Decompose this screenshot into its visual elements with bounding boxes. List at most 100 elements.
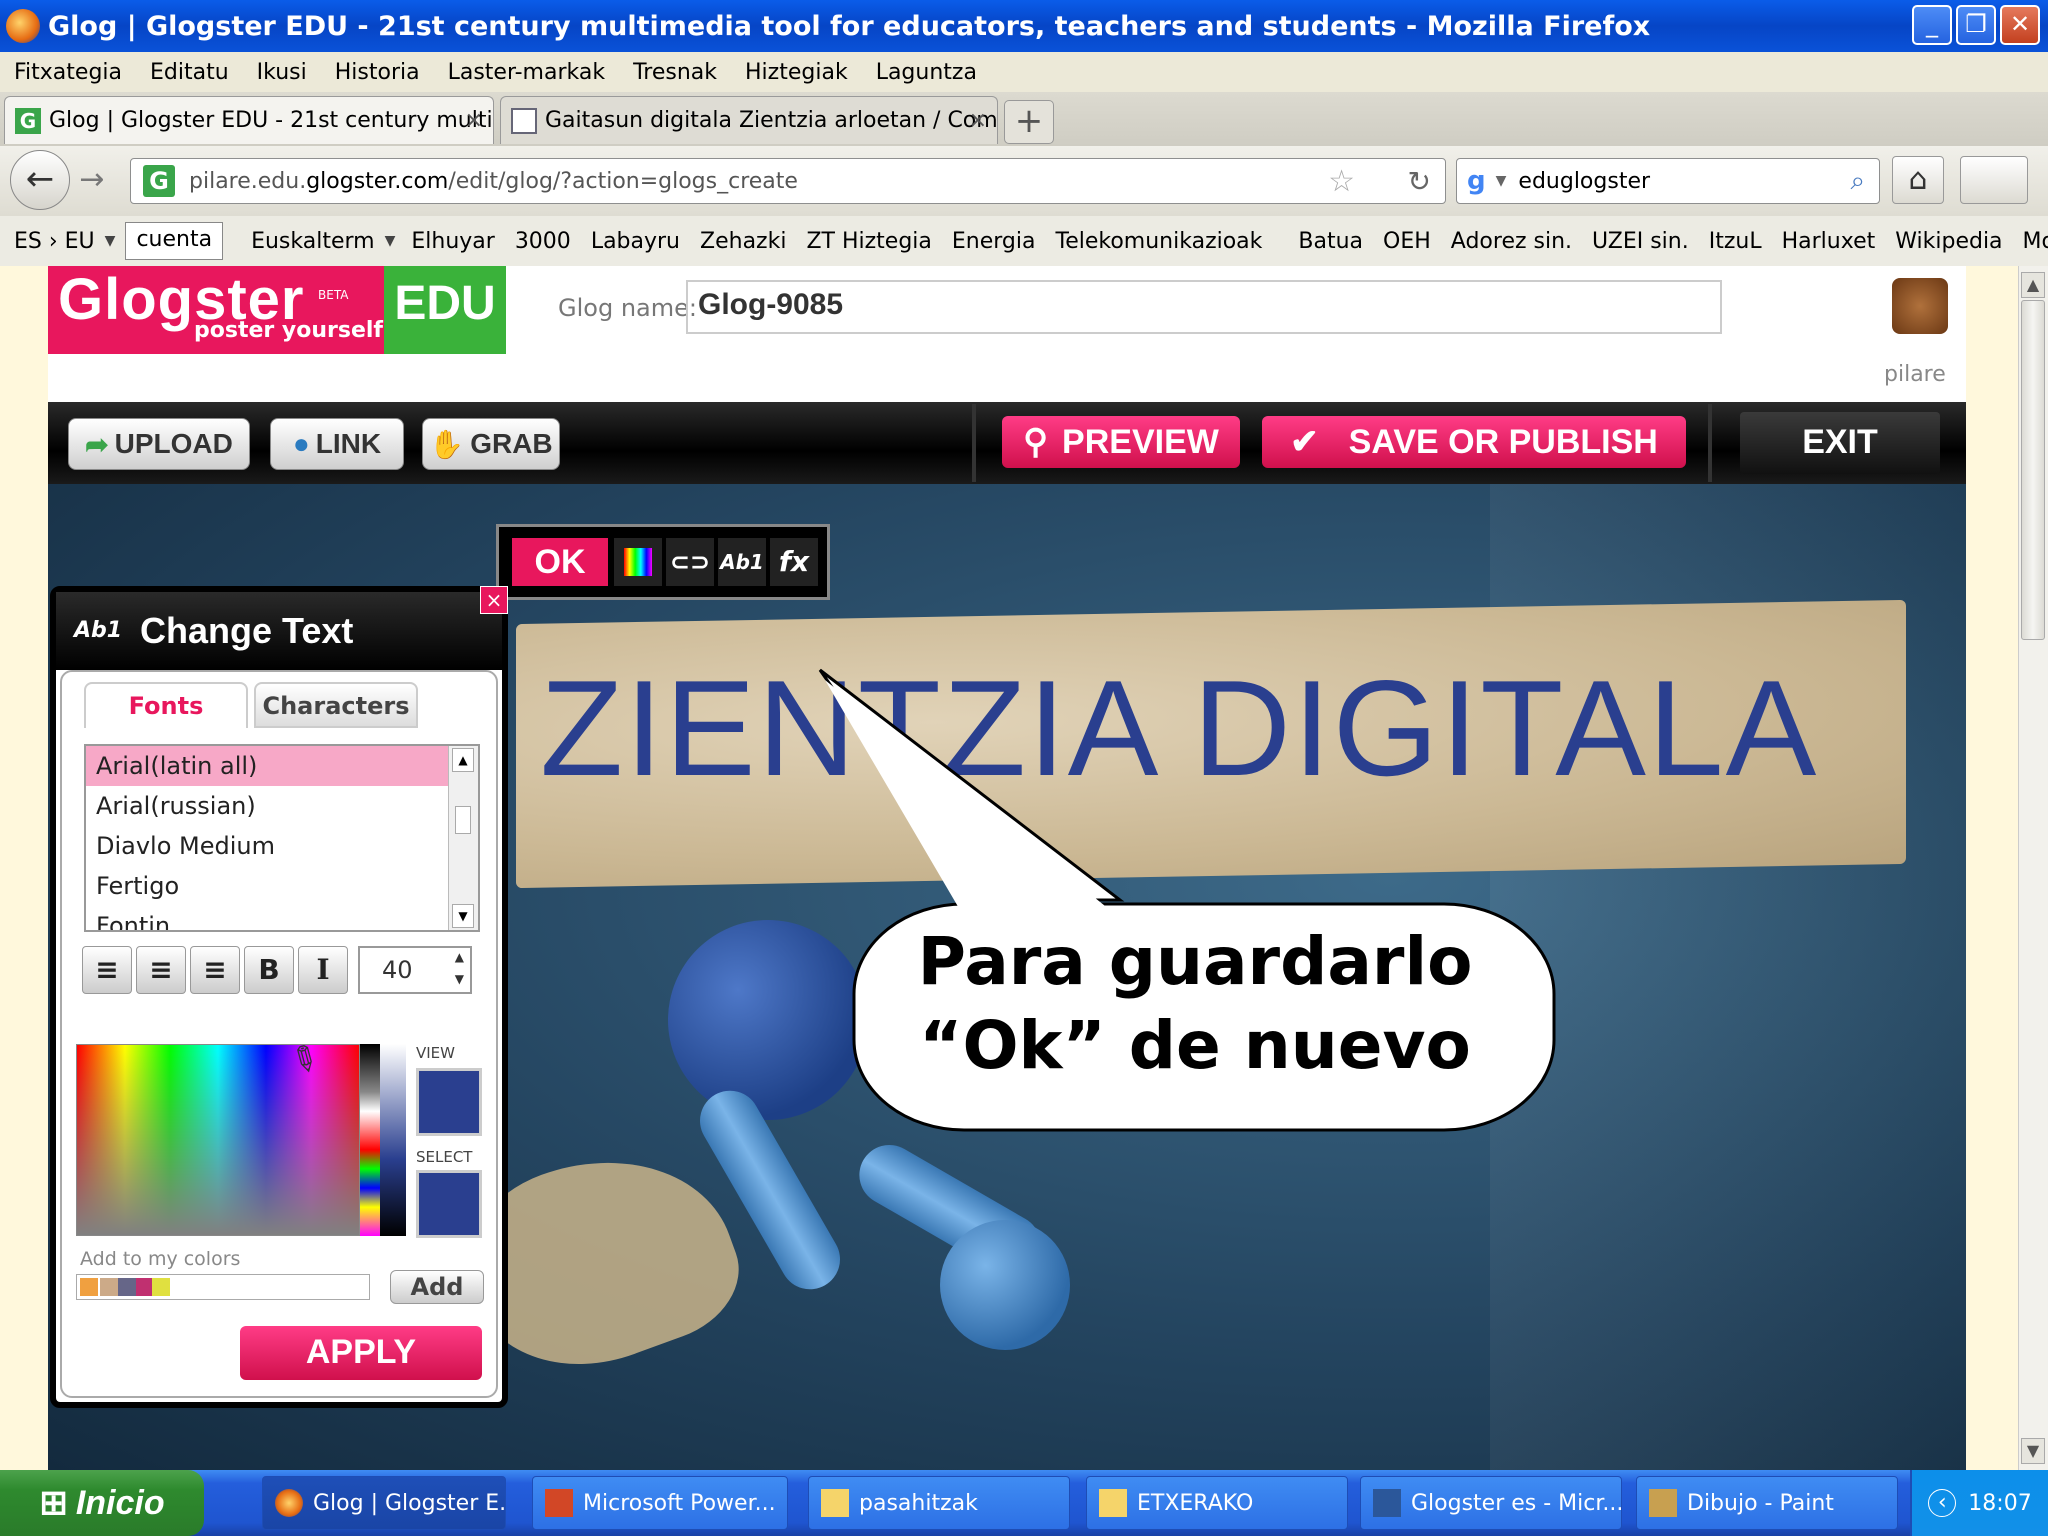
avatar[interactable]: [1892, 278, 1948, 334]
bookmark-wikipedia[interactable]: Wikipedia: [1895, 229, 2002, 254]
bookmark-mol[interactable]: Mol: [2023, 229, 2048, 254]
close-icon[interactable]: ×: [480, 586, 508, 614]
my-color-swatch[interactable]: [118, 1278, 136, 1296]
bookmark-elhuyar[interactable]: Elhuyar: [411, 229, 494, 254]
forward-button[interactable]: →: [72, 162, 112, 198]
bookmark-itzul[interactable]: ItzuL: [1709, 229, 1762, 254]
menu-fitxategia[interactable]: Fitxategia: [14, 60, 122, 85]
menu-laster-markak[interactable]: Laster-markak: [448, 60, 605, 85]
scroll-down-icon[interactable]: ▼: [2021, 1438, 2045, 1464]
bookmark-star-icon[interactable]: ☆: [1328, 164, 1355, 199]
google-icon[interactable]: g: [1467, 166, 1486, 196]
start-button[interactable]: ⊞ Inicio: [0, 1470, 204, 1536]
back-button[interactable]: ←: [10, 150, 70, 210]
bookmark-adorez[interactable]: Adorez sin.: [1451, 229, 1572, 254]
tab-gaitasun[interactable]: Gaitasun digitala Zientzia arloetan / Co…: [500, 96, 998, 144]
bookmark-euskalterm[interactable]: Euskalterm: [251, 229, 375, 254]
scroll-up-icon[interactable]: ▲: [452, 748, 474, 772]
chevron-down-icon[interactable]: ▼: [1496, 173, 1507, 189]
brightness-slider[interactable]: [380, 1044, 406, 1236]
search-bar[interactable]: g ▼ eduglogster ⌕: [1456, 158, 1880, 204]
site-identity-icon[interactable]: G: [143, 165, 175, 197]
align-right-icon[interactable]: ≡: [190, 946, 240, 994]
bookmark-oeh[interactable]: OEH: [1383, 229, 1431, 254]
bookmark-telekomunikazioak[interactable]: Telekomunikazioak: [1056, 229, 1263, 254]
chevron-down-icon[interactable]: ▼: [385, 233, 396, 249]
menu-editatu[interactable]: Editatu: [150, 60, 229, 85]
color-grid-icon[interactable]: [614, 538, 662, 586]
bookmark-batua[interactable]: Batua: [1298, 229, 1363, 254]
scroll-up-icon[interactable]: ▲: [2021, 272, 2045, 298]
scroll-thumb[interactable]: [2021, 300, 2045, 640]
effects-icon[interactable]: fx: [770, 538, 818, 586]
bookmark-uzei[interactable]: UZEI sin.: [1592, 229, 1689, 254]
close-icon[interactable]: ✕: [2000, 5, 2040, 45]
bookmark-zehazki[interactable]: Zehazki: [700, 229, 786, 254]
scroll-thumb[interactable]: [455, 806, 471, 834]
color-spectrum[interactable]: [76, 1044, 360, 1236]
font-size-stepper[interactable]: 40 ▲ ▼: [358, 946, 472, 994]
task-word[interactable]: Glogster es - Micr...: [1360, 1476, 1622, 1530]
tray-expand-icon[interactable]: ‹: [1928, 1489, 1957, 1517]
stepper-down-icon[interactable]: ▼: [455, 968, 464, 990]
font-item[interactable]: Arial(latin all): [86, 746, 478, 786]
task-pasahitzak[interactable]: pasahitzak: [808, 1476, 1070, 1530]
url-bar[interactable]: G pilare.edu. glogster.com/edit/glog/?act…: [130, 158, 1446, 204]
pdf-icon[interactable]: [1960, 156, 2028, 204]
align-left-icon[interactable]: ≡: [82, 946, 132, 994]
task-paint[interactable]: Dibujo - Paint: [1636, 1476, 1898, 1530]
save-publish-button[interactable]: ✔ SAVE OR PUBLISH: [1262, 416, 1686, 468]
link-icon[interactable]: ⊂⊃: [666, 538, 714, 586]
restore-icon[interactable]: ❐: [1956, 5, 1996, 45]
preview-button[interactable]: ⚲ PREVIEW: [1002, 416, 1240, 468]
glog-name-input[interactable]: Glog-9085: [686, 280, 1722, 334]
new-tab-button[interactable]: +: [1004, 100, 1054, 144]
stepper-up-icon[interactable]: ▲: [455, 946, 464, 968]
my-color-swatch[interactable]: [152, 1278, 170, 1296]
translator-input[interactable]: cuenta: [125, 222, 224, 260]
tab-close-icon[interactable]: ×: [969, 108, 987, 133]
translator-lang[interactable]: ES › EU: [14, 229, 95, 254]
scroll-down-icon[interactable]: ▼: [452, 904, 474, 928]
my-color-swatch[interactable]: [100, 1278, 118, 1296]
minimize-icon[interactable]: _: [1912, 5, 1952, 45]
font-item[interactable]: Fontin: [86, 906, 478, 930]
bold-button[interactable]: B: [244, 946, 294, 994]
tab-fonts[interactable]: Fonts: [84, 682, 248, 728]
menu-historia[interactable]: Historia: [335, 60, 420, 85]
search-icon[interactable]: ⌕: [1850, 166, 1865, 197]
font-list-scrollbar[interactable]: ▲ ▼: [448, 746, 478, 930]
home-button[interactable]: ⌂: [1892, 156, 1944, 204]
my-color-swatch[interactable]: [80, 1278, 98, 1296]
selected-color-swatch[interactable]: [416, 1170, 482, 1238]
apply-button[interactable]: APPLY: [240, 1326, 482, 1380]
font-item[interactable]: Fertigo: [86, 866, 478, 906]
align-center-icon[interactable]: ≡: [136, 946, 186, 994]
italic-button[interactable]: I: [298, 946, 348, 994]
task-etxerako[interactable]: ETXERAKO: [1086, 1476, 1348, 1530]
exit-button[interactable]: EXIT: [1740, 412, 1940, 474]
username[interactable]: pilare: [1884, 362, 1946, 387]
font-item[interactable]: Diavlo Medium: [86, 826, 478, 866]
bookmark-labayru[interactable]: Labayru: [591, 229, 680, 254]
color-palette-strip[interactable]: [360, 1044, 380, 1236]
tab-characters[interactable]: Characters: [254, 682, 418, 728]
ok-button[interactable]: OK: [512, 538, 608, 586]
reload-icon[interactable]: ↻: [1408, 165, 1431, 198]
bookmark-zt-hiztegia[interactable]: ZT Hiztegia: [806, 229, 931, 254]
add-color-button[interactable]: Add: [390, 1270, 484, 1304]
font-item[interactable]: Arial(russian): [86, 786, 478, 826]
menu-hiztegiak[interactable]: Hiztegiak: [745, 60, 848, 85]
link-button[interactable]: ● LINK: [270, 418, 404, 470]
glogster-logo[interactable]: Glogster BETA poster yourself EDU: [48, 266, 506, 354]
menu-ikusi[interactable]: Ikusi: [257, 60, 307, 85]
text-style-icon[interactable]: Ab1: [718, 538, 766, 586]
menu-laguntza[interactable]: Laguntza: [876, 60, 977, 85]
menu-tresnak[interactable]: Tresnak: [633, 60, 717, 85]
tab-close-icon[interactable]: ×: [465, 108, 483, 133]
bookmark-energia[interactable]: Energia: [952, 229, 1036, 254]
task-firefox[interactable]: Glog | Glogster E...: [262, 1476, 506, 1530]
font-list[interactable]: Arial(latin all) Arial(russian) Diavlo M…: [84, 744, 480, 932]
chevron-down-icon[interactable]: ▼: [105, 233, 116, 249]
search-input[interactable]: eduglogster: [1518, 169, 1650, 194]
